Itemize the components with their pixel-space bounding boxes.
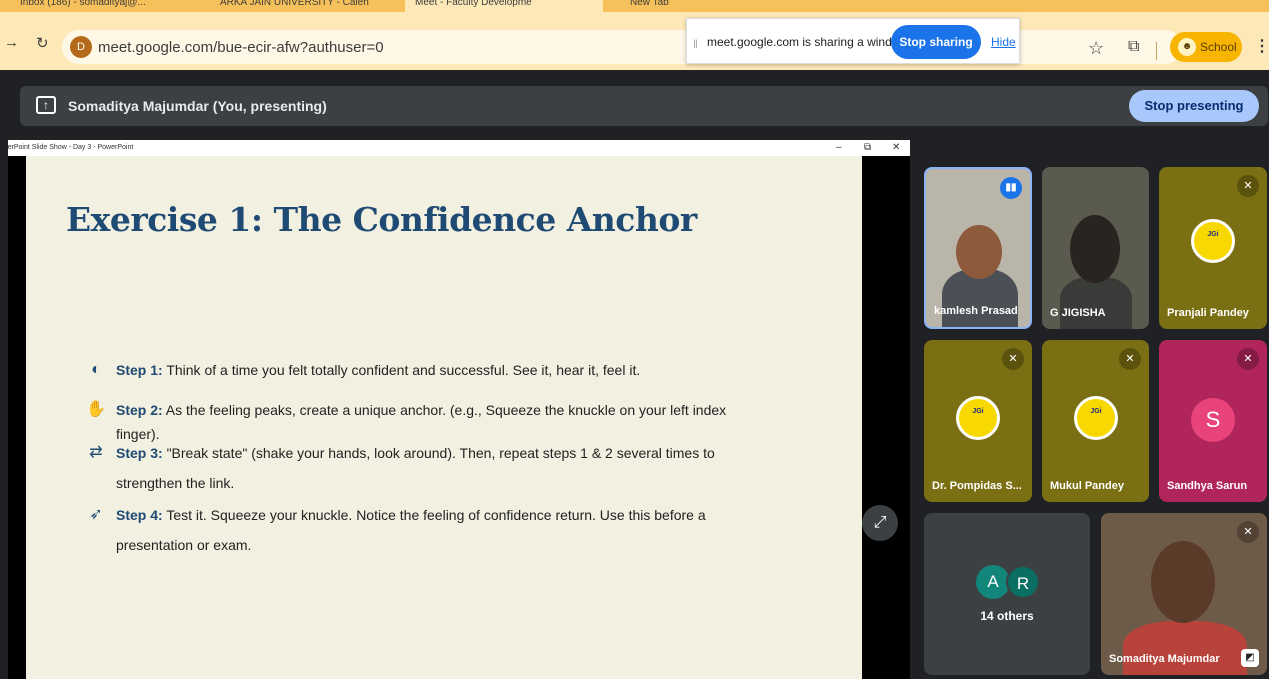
presenter-label: Somaditya Majumdar (You, presenting) [68,98,327,114]
mic-off-icon: ✕ [1237,348,1259,370]
others-tile[interactable]: A R 14 others [924,513,1090,675]
reload-icon[interactable]: ↻ [36,34,49,52]
participant-tile[interactable]: JGi ✕ Dr. Pompidas S... [924,340,1032,502]
avatar: S [1191,398,1235,442]
profile-button[interactable]: ☻ School [1170,32,1242,62]
hide-link[interactable]: Hide [991,35,1016,49]
participant-tile[interactable]: JGi ✕ Pranjali Pandey [1159,167,1267,329]
url-text[interactable]: meet.google.com/bue-ecir-afw?authuser=0 [98,39,384,56]
video-person-head [1151,541,1215,623]
participant-tile[interactable]: JGi ✕ Mukul Pandey [1042,340,1149,502]
self-tile[interactable]: ✕ Somaditya Majumdar ◩ [1101,513,1267,675]
participant-name: Sandhya Sarun [1167,480,1248,492]
bookmark-star-icon[interactable]: ☆ [1088,38,1104,59]
pip-icon[interactable]: ◩ [1241,649,1259,667]
participant-name: Somaditya Majumdar [1109,653,1220,665]
university-logo: JGi [1191,219,1235,263]
powerpoint-titlebar: PowerPoint Slide Show - Day 3 - PowerPoi… [8,140,910,156]
step-1: ◐ Step 1: Think of a time you felt total… [91,358,756,382]
brain-icon: ◐ [91,361,101,378]
site-info-icon[interactable]: D [70,36,92,58]
browser-tab-strip: Inbox (186) - somadityaj@... ARKA JAIN U… [0,0,1269,12]
screen: Inbox (186) - somadityaj@... ARKA JAIN U… [0,0,1269,679]
step-label: Step 2: [116,402,163,418]
avatar: A [976,565,1010,599]
step-text: Test it. Squeeze your knuckle. Notice th… [116,507,706,553]
sharing-message: meet.google.com is sharing a window. [707,35,910,49]
hand-icon: ✋ [86,401,106,418]
step-label: Step 1: [116,362,163,378]
participant-name: G JIGISHA [1050,307,1106,319]
forward-icon[interactable]: → [4,34,19,51]
step-label: Step 4: [116,507,163,523]
participant-tile[interactable]: ▮▮ kamlesh Prasad [924,167,1032,329]
profile-label: School [1200,40,1237,54]
slide: Exercise 1: The Confidence Anchor ◐ Step… [26,156,862,679]
toolbar-divider [1156,42,1157,60]
step-text: As the feeling peaks, create a unique an… [116,402,727,442]
profile-avatar-icon: ☻ [1178,38,1196,56]
window-title: PowerPoint Slide Show - Day 3 - PowerPoi… [8,144,134,151]
others-count-label: 14 others [980,609,1034,623]
sharing-notification: ‖ meet.google.com is sharing a window. S… [686,18,1020,64]
stop-sharing-button[interactable]: Stop sharing [891,25,981,59]
drag-handle-icon[interactable]: ‖ [693,37,698,51]
university-logo: JGi [1074,396,1118,440]
logo-text: JGi [972,408,984,415]
video-person-head [956,225,1002,279]
close-icon[interactable]: ✕ [892,140,900,156]
browser-tab-active[interactable]: Meet - Faculty Developme [405,0,603,12]
browser-menu-icon[interactable]: ⋮ [1254,36,1269,56]
avatar: R [1006,565,1040,599]
participant-name: Dr. Pompidas S... [932,480,1022,492]
university-logo: JGi [956,396,1000,440]
video-person [1123,621,1247,675]
repeat-icon: ⇄ [89,444,103,461]
minimize-icon[interactable]: – [836,140,842,156]
step-text: Think of a time you felt totally confide… [162,362,641,378]
browser-tab[interactable]: ARKA JAIN UNIVERSITY - Calen [210,0,379,12]
mic-off-icon: ✕ [1119,348,1141,370]
expand-icon[interactable]: ⤢ [862,505,898,541]
step-label: Step 3: [116,445,163,461]
present-screen-icon: ↑ [36,96,56,114]
stop-presenting-button[interactable]: Stop presenting [1129,90,1259,122]
mic-off-icon: ✕ [1237,175,1259,197]
participant-tile[interactable]: G JIGISHA [1042,167,1149,329]
speaking-indicator-icon: ▮▮ [1000,177,1022,199]
rocket-icon: ➶ [89,506,103,523]
step-text: "Break state" (shake your hands, look ar… [116,445,715,491]
presenting-bar: ↑ Somaditya Majumdar (You, presenting) S… [20,86,1268,126]
video-person-head [1070,215,1120,283]
mic-off-icon: ✕ [1002,348,1024,370]
restore-icon[interactable]: ⧉ [864,140,871,156]
participant-name: kamlesh Prasad [934,305,1018,317]
mic-off-icon: ✕ [1237,521,1259,543]
video-person [1060,277,1132,329]
slide-area: Exercise 1: The Confidence Anchor ◐ Step… [8,156,910,679]
browser-tab[interactable]: New Tab [620,0,679,12]
step-4: ➶ Step 4: Test it. Squeeze your knuckle.… [89,500,756,560]
participant-tile[interactable]: S ✕ Sandhya Sarun [1159,340,1267,502]
browser-toolbar: → ↻ D meet.google.com/bue-ecir-afw?authu… [0,12,1269,70]
browser-tab[interactable]: Inbox (186) - somadityaj@... [10,0,156,12]
powerpoint-window: PowerPoint Slide Show - Day 3 - PowerPoi… [8,140,910,679]
extensions-icon[interactable]: ⧉ [1128,38,1139,56]
participant-name: Pranjali Pandey [1167,307,1249,319]
logo-text: JGi [1207,231,1219,238]
participant-name: Mukul Pandey [1050,480,1124,492]
step-3: ⇄ Step 3: "Break state" (shake your hand… [89,438,756,498]
slide-title: Exercise 1: The Confidence Anchor [66,200,697,239]
logo-text: JGi [1090,408,1102,415]
